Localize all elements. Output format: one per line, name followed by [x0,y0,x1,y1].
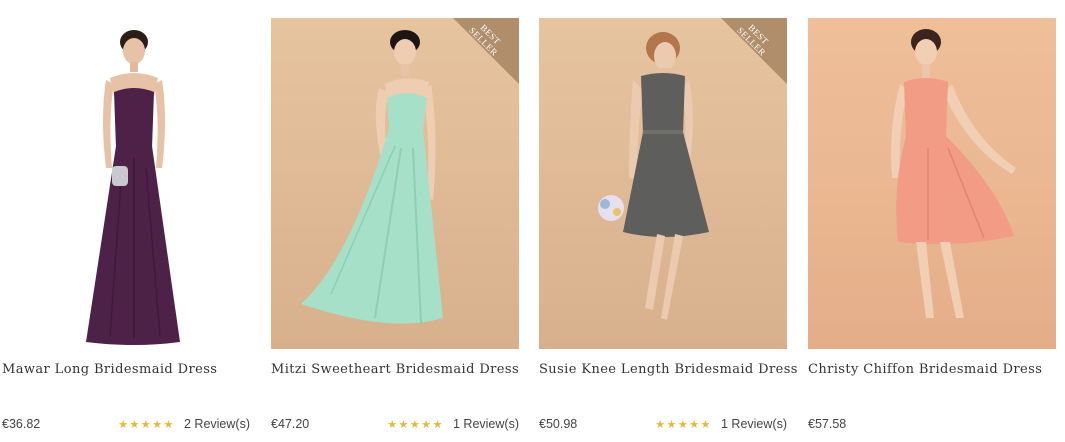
product-image[interactable]: BEST SELLER [271,18,519,349]
product-card[interactable]: BEST SELLER Susie Knee Length Bridesmaid … [539,18,797,442]
review-count[interactable]: 2 Review(s) [184,417,250,431]
star-rating-icon: ★★★★★ [387,418,444,431]
product-rating[interactable]: ★★★★★ 1 Review(s) [387,417,519,431]
product-price: €47.20 [271,417,310,431]
product-meta: €57.58 [808,417,1056,435]
product-card[interactable]: Mawar Long Bridesmaid Dress €36.82 ★★★★★… [2,18,250,442]
product-meta: €36.82 ★★★★★ 2 Review(s) [2,417,250,435]
product-card[interactable]: Christy Chiffon Bridesmaid Dress €57.58 [808,18,1056,442]
review-count[interactable]: 1 Review(s) [453,417,519,431]
product-grid: Mawar Long Bridesmaid Dress €36.82 ★★★★★… [0,0,1065,442]
product-image[interactable] [808,18,1056,349]
product-name[interactable]: Christy Chiffon Bridesmaid Dress [808,362,1056,377]
product-price: €50.98 [539,417,578,431]
product-rating[interactable]: ★★★★★ 2 Review(s) [118,417,250,431]
best-seller-badge: BEST SELLER [453,18,519,84]
product-card[interactable]: BEST SELLER Mitzi Sweetheart Bridesmaid D… [271,18,519,442]
product-image[interactable]: BEST SELLER [539,18,787,349]
review-count[interactable]: 1 Review(s) [721,417,787,431]
dress-illustration [891,29,1016,318]
product-meta: €50.98 ★★★★★ 1 Review(s) [539,417,787,435]
product-image[interactable] [2,18,250,349]
star-rating-icon: ★★★★★ [655,418,712,431]
product-name[interactable]: Mawar Long Bridesmaid Dress [2,362,250,377]
product-rating[interactable]: ★★★★★ 1 Review(s) [655,417,787,431]
product-price: €36.82 [2,417,41,431]
star-rating-icon: ★★★★★ [118,418,175,431]
dress-illustration [86,30,180,345]
product-name[interactable]: Mitzi Sweetheart Bridesmaid Dress [271,362,519,377]
best-seller-badge: BEST SELLER [721,18,787,84]
product-name[interactable]: Susie Knee Length Bridesmaid Dress [539,362,797,377]
product-meta: €47.20 ★★★★★ 1 Review(s) [271,417,519,435]
product-price: €57.58 [808,417,847,431]
